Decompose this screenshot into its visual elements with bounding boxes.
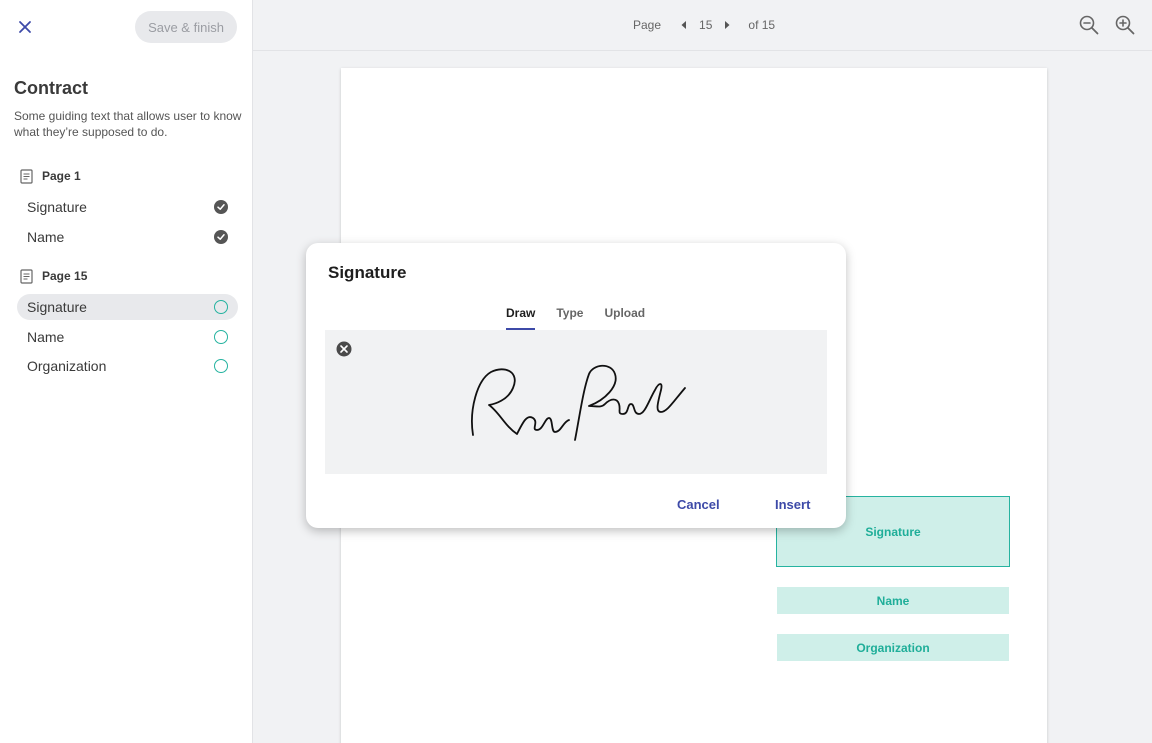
signature-tabs: Draw Type Upload [506, 306, 645, 331]
current-page-number[interactable]: 15 [699, 18, 712, 32]
top-toolbar: Page 15 of 15 [253, 0, 1152, 51]
doc-name-field[interactable]: Name [777, 587, 1009, 614]
insert-button[interactable]: Insert [775, 497, 810, 512]
close-icon [19, 21, 31, 33]
zoom-out-button[interactable] [1078, 14, 1100, 36]
caret-right-icon [725, 21, 730, 29]
prev-page-button[interactable] [677, 18, 691, 32]
field-label: Name [27, 229, 65, 245]
clear-circle-icon[interactable] [336, 341, 352, 357]
tab-upload[interactable]: Upload [604, 306, 645, 331]
empty-circle-icon [214, 330, 228, 344]
tab-type[interactable]: Type [556, 306, 583, 331]
check-circle-icon [214, 230, 228, 244]
page-label: Page [633, 18, 662, 32]
zoom-in-button[interactable] [1114, 14, 1136, 36]
page-header-15: Page 15 [20, 267, 87, 285]
sidebar: Save & finish Contract Some guiding text… [0, 0, 253, 743]
field-label: Signature [27, 299, 87, 315]
page-header-label: Page 15 [42, 269, 88, 283]
dialog-title: Signature [328, 263, 407, 282]
page-icon [20, 268, 33, 284]
caret-left-icon [681, 21, 687, 29]
save-finish-button[interactable]: Save & finish [135, 11, 237, 43]
signature-draw-canvas[interactable] [325, 330, 827, 474]
close-button[interactable] [14, 16, 36, 38]
signature-dialog: Signature Draw Type Upload Cancel Insert [306, 243, 846, 528]
zoom-in-icon [1115, 15, 1135, 35]
field-label: Organization [27, 358, 107, 374]
document-title: Contract [14, 78, 89, 98]
page-header-label: Page 1 [42, 169, 81, 183]
doc-organization-field[interactable]: Organization [777, 634, 1009, 661]
empty-circle-icon [214, 359, 228, 373]
drawn-signature [471, 364, 686, 441]
next-page-button[interactable] [720, 18, 734, 32]
sidebar-item-page15-organization[interactable]: Organization [17, 353, 238, 379]
page-navigator: Page 15 of 15 [633, 18, 775, 32]
total-pages-label: of 15 [748, 18, 776, 32]
zoom-out-icon [1079, 15, 1099, 35]
field-label: Name [27, 329, 65, 345]
sidebar-item-page1-name[interactable]: Name [17, 224, 238, 250]
tab-draw[interactable]: Draw [506, 306, 536, 331]
sidebar-item-page1-signature[interactable]: Signature [17, 194, 238, 220]
sidebar-item-page15-signature[interactable]: Signature [17, 294, 238, 320]
field-label: Signature [27, 199, 87, 215]
empty-circle-icon [214, 300, 228, 314]
guiding-text: Some guiding text that allows user to kn… [14, 109, 242, 139]
page-icon [20, 168, 33, 184]
cancel-button[interactable]: Cancel [677, 497, 720, 512]
check-circle-icon [214, 200, 228, 214]
sidebar-item-page15-name[interactable]: Name [17, 324, 238, 350]
page-header-1: Page 1 [20, 167, 81, 185]
